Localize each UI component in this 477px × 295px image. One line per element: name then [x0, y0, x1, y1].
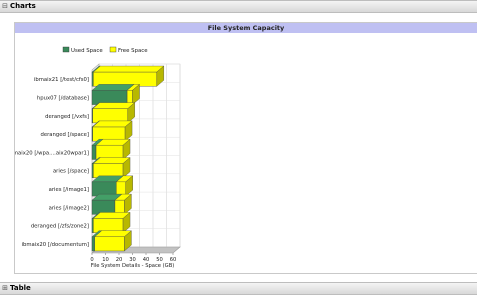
- table-section-label: Table: [10, 284, 31, 292]
- collapse-icon[interactable]: ⊟: [0, 1, 10, 12]
- charts-section-label: Charts: [10, 2, 36, 10]
- category-label-3: deranged [/space]: [40, 132, 89, 138]
- x-axis-title: File System Details - Space (GB): [91, 263, 175, 269]
- legend-swatch-used-space: [62, 46, 70, 53]
- bar-top-used-space-1: [91, 84, 135, 91]
- table-section-header[interactable]: ⊞ Table: [0, 282, 477, 295]
- chart-title: File System Capacity: [15, 23, 477, 33]
- bar-used-space-5: [91, 163, 94, 178]
- chart-panel: File System Capacity ibmaix21 [/test/cfs…: [14, 22, 477, 274]
- legend-label-free-space: Free Space: [118, 48, 148, 54]
- bar-top-free-space-2: [92, 102, 136, 109]
- category-label-6: aries [/image1]: [49, 187, 89, 193]
- expand-icon[interactable]: ⊞: [0, 283, 10, 294]
- bar-used-space-0: [91, 71, 94, 87]
- legend-swatch-free-space: [109, 46, 117, 53]
- category-label-5: aries [/space]: [53, 169, 89, 175]
- category-label-2: deranged [/vxfs]: [45, 114, 89, 120]
- category-label-0: ibmaix21 [/test/cfs0]: [34, 77, 89, 83]
- category-label-9: ibmaix20 [/documentum]: [22, 242, 89, 248]
- category-label-8: deranged [/zfs/zone2]: [31, 224, 89, 230]
- charts-section-header[interactable]: ⊟ Charts: [0, 0, 477, 13]
- bar-used-space-8: [91, 218, 94, 233]
- bar-used-space-9: [91, 236, 95, 252]
- bar-top-free-space-0: [92, 65, 165, 73]
- bar-free-space-9: [94, 236, 125, 252]
- category-label-4: ibmaix20 [/wpa....aix20wpar1]: [15, 150, 89, 156]
- bar-chart: ibmaix21 [/test/cfs0] hpux07 [/database] d…: [15, 46, 181, 269]
- bar-used-space-4: [91, 145, 97, 160]
- category-label-7: aries [/image2]: [49, 205, 89, 211]
- legend-label-used-space: Used Space: [71, 48, 103, 54]
- category-label-1: hpux07 [/database]: [37, 95, 89, 101]
